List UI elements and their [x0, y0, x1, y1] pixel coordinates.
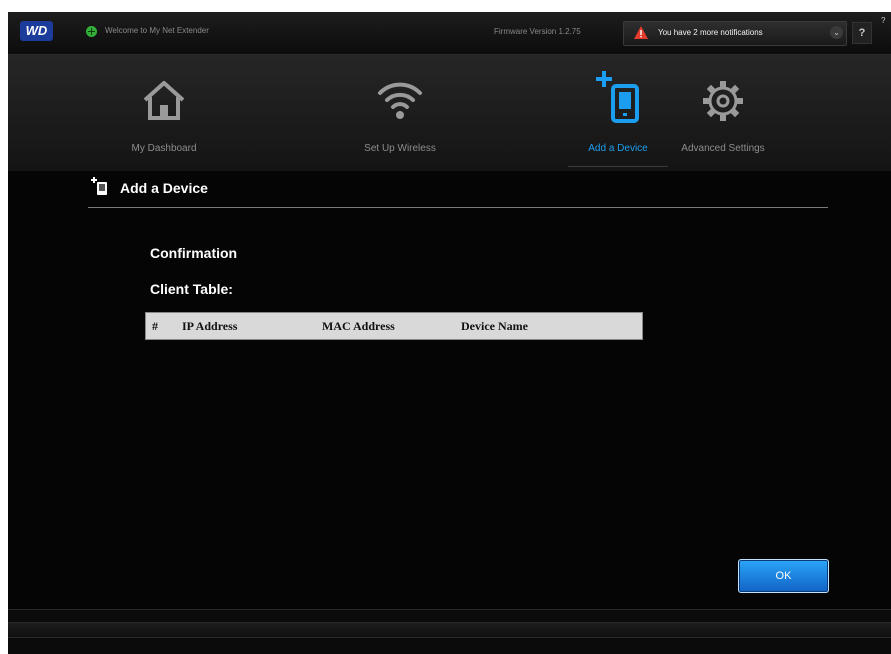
help-button[interactable]: ?	[852, 22, 872, 44]
client-table-title: Client Table:	[150, 281, 233, 297]
column-header-device-name: Device Name	[461, 319, 528, 333]
active-tab-indicator	[568, 166, 668, 167]
page-header: Add a Device	[88, 176, 828, 208]
wifi-icon	[378, 82, 422, 119]
footer-band	[8, 622, 891, 638]
section-title: Confirmation	[150, 245, 238, 261]
nav-label-add-device: Add a Device	[588, 143, 648, 154]
main-nav: My Dashboard Set Up Wireless Add a Devic…	[8, 55, 891, 171]
nav-my-dashboard[interactable]: My Dashboard	[114, 55, 214, 171]
gear-icon	[703, 81, 743, 121]
status-globe-icon	[86, 26, 97, 37]
chevron-down-icon[interactable]: ⌄	[830, 26, 843, 39]
notification-bar[interactable]: You have 2 more notifications ⌄	[623, 21, 847, 46]
client-table: # IP Address MAC Address Device Name	[145, 312, 643, 340]
welcome-text: Welcome to My Net Extender	[105, 26, 209, 35]
nav-set-up-wireless[interactable]: Set Up Wireless	[350, 55, 450, 171]
home-icon	[143, 81, 185, 120]
nav-advanced-settings[interactable]: Advanced Settings	[673, 55, 773, 171]
corner-help-mark: ?	[881, 16, 886, 25]
warning-icon	[634, 26, 648, 39]
top-bar: WD Welcome to My Net Extender Firmware V…	[8, 12, 891, 55]
nav-label-advanced: Advanced Settings	[681, 143, 765, 154]
nav-label-wireless: Set Up Wireless	[364, 143, 436, 154]
app-window: WD Welcome to My Net Extender Firmware V…	[8, 12, 891, 654]
column-header-number: #	[152, 319, 158, 333]
footer-bar	[8, 609, 891, 654]
column-header-ip: IP Address	[182, 319, 238, 333]
add-device-icon	[596, 71, 639, 123]
nav-add-a-device[interactable]: Add a Device	[568, 55, 668, 171]
firmware-version: Firmware Version 1.2.75	[494, 27, 581, 36]
nav-label-dashboard: My Dashboard	[131, 143, 197, 154]
page-title: Add a Device	[120, 180, 208, 196]
ok-button[interactable]: OK	[738, 559, 829, 593]
add-device-small-icon	[91, 177, 107, 195]
wd-logo: WD	[20, 21, 53, 41]
column-header-mac: MAC Address	[322, 319, 395, 333]
notification-text: You have 2 more notifications	[658, 28, 763, 37]
